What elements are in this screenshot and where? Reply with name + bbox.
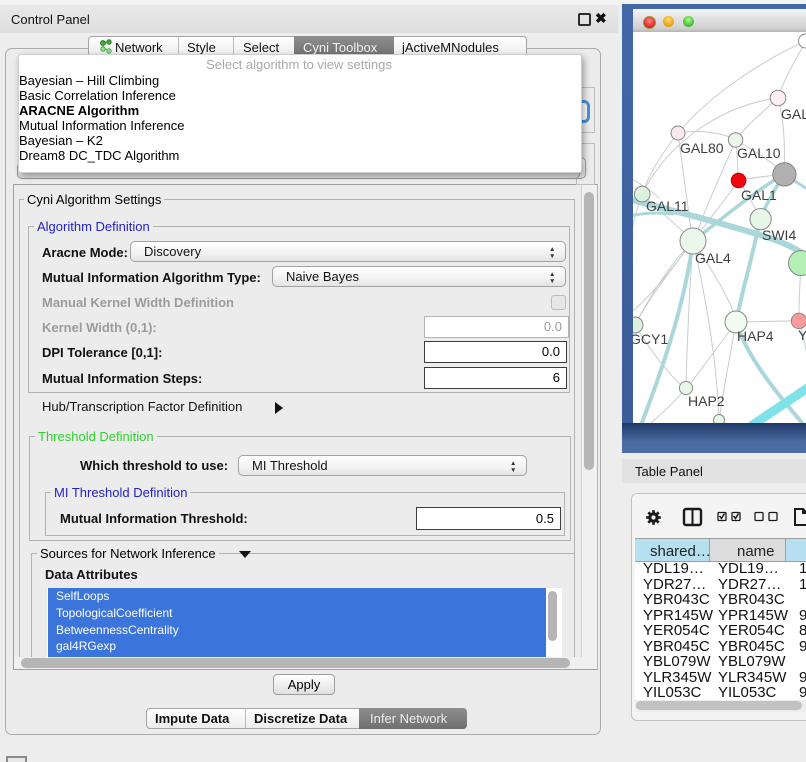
svg-text:SWI4: SWI4 — [762, 227, 796, 243]
svg-text:GAL11: GAL11 — [646, 198, 689, 214]
svg-text:GAL1: GAL1 — [741, 187, 777, 203]
svg-text:Y: Y — [798, 327, 806, 343]
svg-text:HAP2: HAP2 — [688, 393, 725, 409]
svg-text:GAL4: GAL4 — [695, 250, 731, 266]
svg-text:GAL10: GAL10 — [737, 145, 781, 161]
svg-text:GAL80: GAL80 — [680, 140, 724, 156]
svg-text:GCY1: GCY1 — [633, 331, 668, 347]
svg-text:HAP4: HAP4 — [737, 328, 774, 344]
svg-text:GAL: GAL — [781, 106, 806, 122]
